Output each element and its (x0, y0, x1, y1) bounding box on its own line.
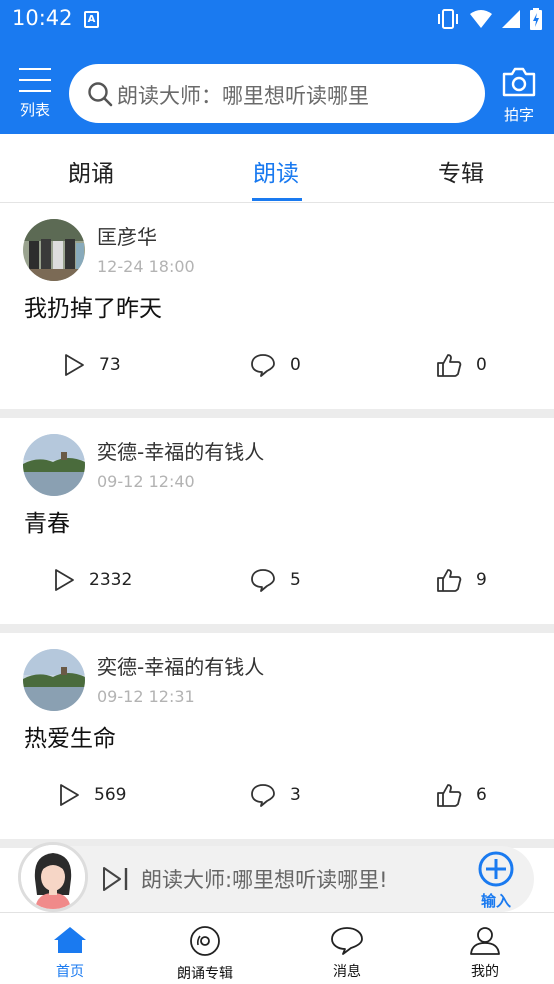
status-bar: 10:42 A (0, 0, 554, 40)
tab-reading[interactable]: 朗读 (253, 154, 299, 188)
comment-count[interactable]: 3 (250, 781, 301, 809)
search-bar[interactable]: 朗读大师：哪里想听读哪里 (69, 64, 485, 123)
thumbs-up-icon (437, 569, 462, 592)
battery-charging-icon (530, 8, 542, 30)
post-time: 09-12 12:40 (97, 472, 195, 491)
post-title[interactable]: 热爱生命 (24, 719, 116, 753)
home-icon (54, 927, 86, 953)
like-count-value: 9 (476, 570, 487, 590)
message-icon (331, 927, 363, 955)
post-title[interactable]: 青春 (24, 504, 70, 538)
skip-next-icon[interactable] (102, 866, 130, 892)
list-item[interactable]: 奕德-幸福的有钱人 09-12 12:31 热爱生命 569 3 6 (0, 633, 554, 839)
camera-label: 拍字 (503, 106, 534, 124)
comment-icon (251, 784, 275, 807)
menu-button[interactable]: 列表 (16, 68, 54, 124)
search-icon (88, 82, 113, 107)
post-author: 奕德-幸福的有钱人 (97, 440, 265, 464)
post-title[interactable]: 我扔掉了昨天 (24, 289, 162, 323)
add-input-label: 输入 (480, 892, 511, 910)
active-tab-indicator (252, 198, 302, 201)
play-count-value: 73 (99, 355, 121, 375)
post-time: 09-12 12:31 (97, 687, 195, 706)
signal-icon (502, 10, 520, 28)
player-avatar[interactable] (18, 842, 88, 912)
post-time: 12-24 18:00 (97, 257, 195, 276)
play-count-value: 569 (94, 785, 127, 805)
nav-messages[interactable]: 消息 (330, 925, 364, 981)
add-input-button[interactable]: 输入 (476, 850, 516, 911)
comment-count[interactable]: 0 (250, 351, 301, 379)
comment-icon (251, 354, 275, 377)
comment-count[interactable]: 5 (250, 566, 301, 594)
thumbs-up-icon (437, 354, 462, 377)
top-header: 列表 朗读大师：哪里想听读哪里 拍字 (0, 40, 554, 134)
post-author: 奕德-幸福的有钱人 (97, 655, 265, 679)
play-count[interactable]: 569 (58, 781, 126, 809)
tab-albums[interactable]: 专辑 (438, 154, 484, 188)
nav-recitation-albums[interactable]: 朗诵专辑 (177, 925, 233, 983)
like-count-value: 0 (476, 355, 487, 375)
nav-home-label: 首页 (56, 964, 84, 980)
search-placeholder: 朗读大师：哪里想听读哪里 (117, 84, 369, 108)
status-icons (436, 8, 542, 30)
tab-recitation[interactable]: 朗诵 (68, 154, 114, 188)
play-count-value: 2332 (89, 570, 133, 590)
menu-icon (16, 68, 54, 92)
avatar[interactable] (23, 219, 85, 281)
nav-home[interactable]: 首页 (53, 925, 87, 981)
player-text: 朗读大师:哪里想听读哪里! (141, 868, 388, 892)
like-count-value: 6 (476, 785, 487, 805)
camera-icon (502, 67, 536, 97)
photo-text-button[interactable]: 拍字 (500, 66, 538, 124)
disc-icon (190, 926, 220, 956)
comment-count-value: 3 (290, 785, 301, 805)
play-count[interactable]: 2332 (53, 566, 132, 594)
like-count[interactable]: 6 (436, 781, 487, 809)
nav-profile[interactable]: 我的 (468, 925, 502, 981)
list-item[interactable]: 奕德-幸福的有钱人 09-12 12:40 青春 2332 5 9 (0, 418, 554, 624)
menu-label: 列表 (19, 101, 50, 119)
nav-messages-label: 消息 (333, 964, 361, 980)
play-icon (65, 354, 84, 376)
notification-app-icon: A (84, 11, 99, 28)
plus-circle-icon (478, 851, 514, 887)
post-author: 匡彦华 (97, 225, 157, 249)
play-icon (55, 569, 74, 591)
avatar[interactable] (23, 649, 85, 711)
play-count[interactable]: 73 (63, 351, 121, 379)
comment-icon (251, 569, 275, 592)
like-count[interactable]: 0 (436, 351, 487, 379)
wifi-icon (470, 10, 492, 28)
category-tabs: 朗诵 朗读 专辑 (0, 134, 554, 203)
vibrate-icon (438, 9, 458, 29)
mini-player[interactable]: 朗读大师:哪里想听读哪里! 输入 (20, 846, 534, 912)
bottom-navigation: 首页 朗诵专辑 消息 我的 (0, 912, 554, 984)
comment-count-value: 5 (290, 570, 301, 590)
comment-count-value: 0 (290, 355, 301, 375)
avatar[interactable] (23, 434, 85, 496)
status-time: 10:42 (12, 6, 73, 30)
like-count[interactable]: 9 (436, 566, 487, 594)
thumbs-up-icon (437, 784, 462, 807)
play-icon (60, 784, 79, 806)
nav-albums-label: 朗诵专辑 (177, 966, 233, 982)
list-item[interactable]: 匡彦华 12-24 18:00 我扔掉了昨天 73 0 0 (0, 203, 554, 409)
user-icon (470, 927, 500, 955)
nav-profile-label: 我的 (471, 964, 499, 980)
